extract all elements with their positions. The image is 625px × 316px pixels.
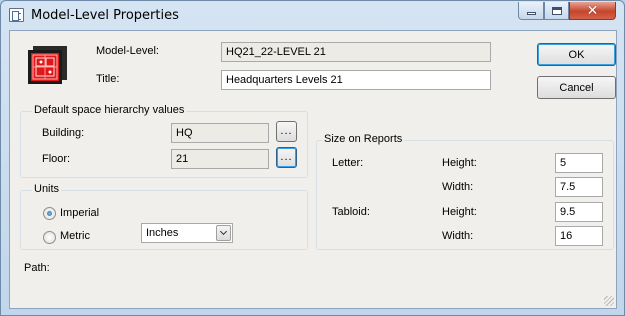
tabloid-height-field[interactable]: 9.5 [555, 202, 603, 222]
metric-radio[interactable] [43, 231, 56, 244]
imperial-label[interactable]: Imperial [60, 207, 99, 219]
properties-icon [9, 8, 24, 22]
title-field[interactable]: Headquarters Levels 21 [221, 70, 491, 90]
floor-plan-icon [27, 45, 69, 85]
size-on-reports-title: Size on Reports [322, 133, 405, 145]
resize-grip[interactable] [604, 296, 614, 306]
unit-select[interactable]: Inches [141, 223, 233, 243]
window-title: Model-Level Properties [31, 8, 179, 23]
model-level-label: Model-Level: [96, 45, 159, 57]
letter-label: Letter: [332, 157, 364, 169]
building-browse-button[interactable]: ... [276, 121, 297, 142]
metric-label[interactable]: Metric [60, 230, 90, 242]
ok-button[interactable]: OK [537, 43, 616, 66]
ellipsis-icon: ... [280, 151, 293, 163]
dialog-window: Model-Level Properties ✕ Model-Level: HQ… [0, 0, 625, 316]
tabloid-width-label: Width: [442, 230, 474, 242]
close-button[interactable]: ✕ [569, 2, 616, 20]
floor-browse-button[interactable]: ... [276, 147, 297, 168]
imperial-radio[interactable] [43, 207, 56, 220]
chevron-down-icon [219, 227, 228, 236]
title-label: Title: [96, 73, 120, 85]
minimize-button[interactable] [518, 2, 544, 20]
minimize-icon [526, 12, 536, 15]
model-level-field[interactable]: HQ21_22-LEVEL 21 [221, 42, 491, 62]
close-icon: ✕ [586, 2, 599, 19]
maximize-icon [551, 6, 562, 15]
tabloid-height-label: Height: [442, 206, 477, 218]
letter-height-label: Height: [442, 157, 477, 169]
path-label: Path: [24, 262, 50, 274]
floor-label: Floor: [42, 153, 71, 165]
tabloid-width-field[interactable]: 16 [555, 226, 603, 246]
hierarchy-group-title: Default space hierarchy values [32, 104, 187, 116]
maximize-button[interactable] [544, 2, 569, 20]
floor-field[interactable]: 21 [171, 149, 269, 169]
building-field[interactable]: HQ [171, 123, 269, 143]
title-bar[interactable]: Model-Level Properties ✕ [1, 1, 624, 29]
letter-width-field[interactable]: 7.5 [555, 177, 603, 197]
cancel-button[interactable]: Cancel [537, 76, 616, 99]
dialog-body: Model-Level: HQ21_22-LEVEL 21 Title: Hea… [9, 30, 617, 309]
building-label: Building: [42, 127, 85, 139]
unit-select-value: Inches [146, 227, 179, 239]
ellipsis-icon: ... [280, 125, 293, 137]
tabloid-label: Tabloid: [332, 206, 370, 218]
letter-height-field[interactable]: 5 [555, 153, 603, 173]
units-group-title: Units [32, 183, 62, 195]
dropdown-button[interactable] [216, 225, 231, 241]
letter-width-label: Width: [442, 181, 474, 193]
